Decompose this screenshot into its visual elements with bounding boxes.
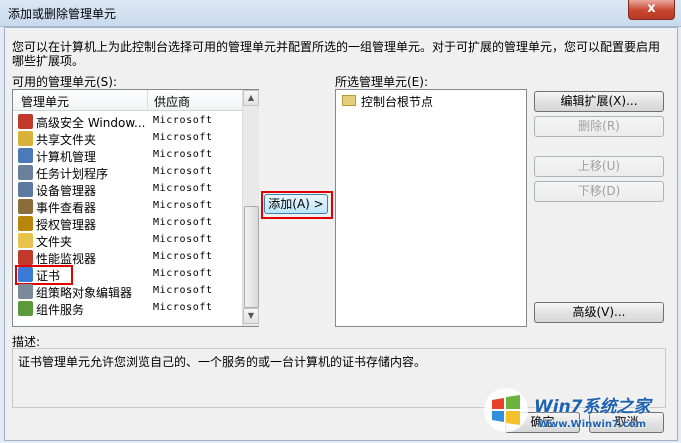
snapin-vendor: Microsoft bbox=[153, 302, 213, 313]
scroll-down-icon: ▼ bbox=[247, 311, 255, 320]
snapin-row[interactable]: 共享文件夹 Microsoft bbox=[13, 130, 244, 147]
snapin-row[interactable]: 性能监视器 Microsoft bbox=[13, 249, 244, 266]
folder-icon bbox=[342, 95, 356, 106]
snapin-name: 设备管理器 bbox=[36, 184, 97, 198]
snapin-vendor: Microsoft bbox=[153, 285, 213, 296]
snapin-name: 计算机管理 bbox=[36, 150, 97, 164]
available-snapins-list[interactable]: 管理单元 供应商 高级安全 Window... Microsoft 共享文件夹 Mic… bbox=[12, 89, 259, 327]
snapin-vendor: Microsoft bbox=[153, 183, 213, 194]
snapin-vendor: Microsoft bbox=[153, 132, 213, 143]
snapin-row[interactable]: 高级安全 Window... Microsoft bbox=[13, 113, 244, 130]
snapin-name: 任务计划程序 bbox=[36, 167, 109, 181]
list-header: 管理单元 供应商 bbox=[13, 90, 244, 111]
authorization-icon bbox=[18, 216, 33, 231]
scroll-up-button[interactable]: ▲ bbox=[243, 90, 259, 106]
shared-folder-icon bbox=[18, 131, 33, 146]
scroll-thumb[interactable] bbox=[244, 206, 259, 308]
vertical-scrollbar[interactable]: ▲ ▼ bbox=[242, 90, 259, 326]
snapin-name: 高级安全 Window... bbox=[36, 116, 146, 130]
snapin-name: 文件夹 bbox=[36, 235, 73, 249]
event-viewer-icon bbox=[18, 199, 33, 214]
device-manager-icon bbox=[18, 182, 33, 197]
snapin-vendor: Microsoft bbox=[153, 251, 213, 262]
window-title: 添加或删除管理单元 bbox=[8, 7, 117, 21]
intro-line-1: 您可以在计算机上为此控制台选择可用的管理单元并配置所选的一组管理单元。对于可扩展… bbox=[12, 40, 661, 54]
snapin-rows: 高级安全 Window... Microsoft 共享文件夹 Microsoft 计算机… bbox=[13, 113, 244, 323]
group-policy-icon bbox=[18, 284, 33, 299]
selected-item-label: 控制台根节点 bbox=[361, 95, 434, 109]
firewall-icon bbox=[18, 114, 33, 129]
column-header-snapin[interactable]: 管理单元 bbox=[21, 93, 69, 110]
remove-button[interactable]: 删除(R) bbox=[534, 116, 664, 137]
intro-line-2: 哪些扩展项。 bbox=[12, 54, 85, 68]
scroll-up-icon: ▲ bbox=[247, 93, 255, 102]
snapin-vendor: Microsoft bbox=[153, 166, 213, 177]
column-header-vendor[interactable]: 供应商 bbox=[154, 93, 190, 110]
component-services-icon bbox=[18, 301, 33, 316]
advanced-button[interactable]: 高级(V)... bbox=[534, 302, 664, 323]
title-bar[interactable]: 添加或删除管理单元 x bbox=[0, 0, 681, 27]
snapin-name: 组件服务 bbox=[36, 303, 85, 317]
watermark-url: Www.Winwin7.com bbox=[538, 419, 647, 430]
snapin-row[interactable]: 计算机管理 Microsoft bbox=[13, 147, 244, 164]
snapin-row[interactable]: 事件查看器 Microsoft bbox=[13, 198, 244, 215]
selected-item-console-root[interactable]: 控制台根节点 bbox=[341, 93, 521, 109]
snapin-row[interactable]: 设备管理器 Microsoft bbox=[13, 181, 244, 198]
watermark-logo: Win7系统之家 Www.Winwin7.com bbox=[480, 382, 676, 440]
move-down-button[interactable]: 下移(D) bbox=[534, 181, 664, 202]
certificate-highlight bbox=[15, 265, 73, 285]
snapin-vendor: Microsoft bbox=[153, 234, 213, 245]
snapin-row[interactable]: 任务计划程序 Microsoft bbox=[13, 164, 244, 181]
snapin-vendor: Microsoft bbox=[153, 268, 213, 279]
snapin-vendor: Microsoft bbox=[153, 149, 213, 160]
add-button[interactable]: 添加(A) > bbox=[264, 194, 328, 214]
computer-management-icon bbox=[18, 148, 33, 163]
snapin-row[interactable]: 组件服务 Microsoft bbox=[13, 300, 244, 317]
snapin-name: 授权管理器 bbox=[36, 218, 97, 232]
snapin-name: 组策略对象编辑器 bbox=[36, 286, 133, 300]
close-icon: x bbox=[647, 1, 656, 16]
snapin-name: 事件查看器 bbox=[36, 201, 97, 215]
snapin-vendor: Microsoft bbox=[153, 217, 213, 228]
watermark-logo-text: Win7系统之家 bbox=[534, 397, 651, 417]
available-snapins-label: 可用的管理单元(S): bbox=[12, 75, 118, 89]
column-separator[interactable] bbox=[147, 90, 148, 110]
move-up-button[interactable]: 上移(U) bbox=[534, 156, 664, 177]
close-button[interactable]: x bbox=[628, 0, 675, 20]
snapin-vendor: Microsoft bbox=[153, 115, 213, 126]
description-text: 证书管理单元允许您浏览自己的、一个服务的或一台计算机的证书存储内容。 bbox=[18, 355, 427, 369]
snapin-vendor: Microsoft bbox=[153, 200, 213, 211]
snapin-row[interactable]: 文件夹 Microsoft bbox=[13, 232, 244, 249]
clock-icon bbox=[18, 165, 33, 180]
snapin-row[interactable]: 授权管理器 Microsoft bbox=[13, 215, 244, 232]
selected-snapins-label: 所选管理单元(E): bbox=[335, 75, 428, 89]
snapin-row[interactable]: 组策略对象编辑器 Microsoft bbox=[13, 283, 244, 300]
snapin-name: 共享文件夹 bbox=[36, 133, 97, 147]
folder-icon bbox=[18, 233, 33, 248]
selected-snapins-list[interactable]: 控制台根节点 bbox=[335, 89, 527, 327]
scroll-down-button[interactable]: ▼ bbox=[243, 308, 259, 324]
edit-extensions-button[interactable]: 编辑扩展(X)... bbox=[534, 91, 664, 112]
performance-icon bbox=[18, 250, 33, 265]
